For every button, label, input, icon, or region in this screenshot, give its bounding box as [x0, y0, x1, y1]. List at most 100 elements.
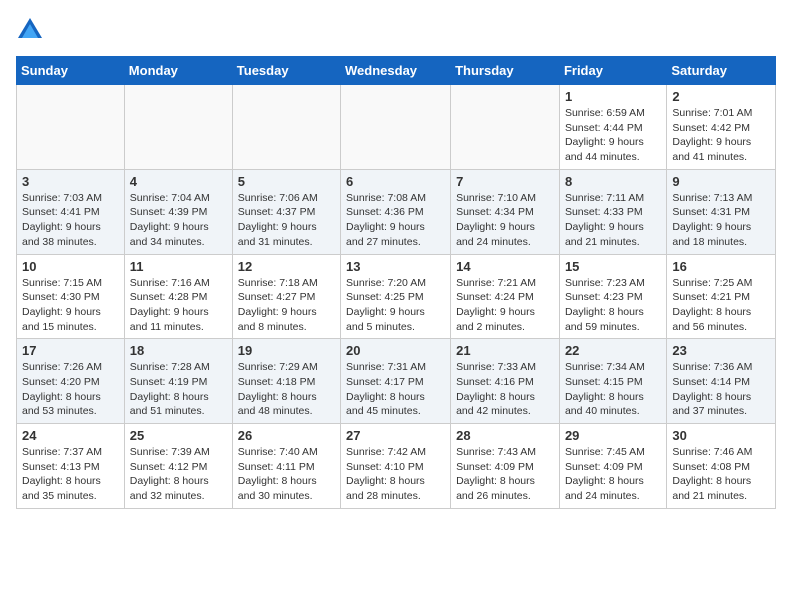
- day-info: Sunrise: 7:33 AM Sunset: 4:16 PM Dayligh…: [456, 360, 554, 419]
- calendar: SundayMondayTuesdayWednesdayThursdayFrid…: [16, 56, 776, 509]
- calendar-cell: 1 Sunrise: 6:59 AM Sunset: 4:44 PM Daylig…: [559, 85, 666, 170]
- calendar-cell: 2 Sunrise: 7:01 AM Sunset: 4:42 PM Daylig…: [667, 85, 776, 170]
- day-info: Sunrise: 7:23 AM Sunset: 4:23 PM Dayligh…: [565, 276, 661, 335]
- calendar-cell: 10 Sunrise: 7:15 AM Sunset: 4:30 PM Dayli…: [17, 254, 125, 339]
- day-info: Sunrise: 7:04 AM Sunset: 4:39 PM Dayligh…: [130, 191, 227, 250]
- day-info: Sunrise: 7:01 AM Sunset: 4:42 PM Dayligh…: [672, 106, 770, 165]
- day-of-week-tuesday: Tuesday: [232, 57, 340, 85]
- day-number: 14: [456, 259, 554, 274]
- calendar-cell: 21 Sunrise: 7:33 AM Sunset: 4:16 PM Dayli…: [451, 339, 560, 424]
- calendar-cell: 24 Sunrise: 7:37 AM Sunset: 4:13 PM Dayli…: [17, 424, 125, 509]
- day-number: 8: [565, 174, 661, 189]
- day-info: Sunrise: 7:36 AM Sunset: 4:14 PM Dayligh…: [672, 360, 770, 419]
- day-info: Sunrise: 7:03 AM Sunset: 4:41 PM Dayligh…: [22, 191, 119, 250]
- calendar-header-row: SundayMondayTuesdayWednesdayThursdayFrid…: [17, 57, 776, 85]
- calendar-cell: 3 Sunrise: 7:03 AM Sunset: 4:41 PM Daylig…: [17, 169, 125, 254]
- day-info: Sunrise: 7:10 AM Sunset: 4:34 PM Dayligh…: [456, 191, 554, 250]
- calendar-cell: 28Sunrise: 7:43 AM Sunset: 4:09 PM Dayli…: [451, 424, 560, 509]
- calendar-cell: 14 Sunrise: 7:21 AM Sunset: 4:24 PM Dayli…: [451, 254, 560, 339]
- day-info: Sunrise: 7:43 AM Sunset: 4:09 PM Dayligh…: [456, 445, 554, 504]
- day-number: 29: [565, 428, 661, 443]
- week-row-2: 3 Sunrise: 7:03 AM Sunset: 4:41 PM Daylig…: [17, 169, 776, 254]
- day-info: Sunrise: 6:59 AM Sunset: 4:44 PM Dayligh…: [565, 106, 661, 165]
- calendar-cell: 22 Sunrise: 7:34 AM Sunset: 4:15 PM Dayli…: [559, 339, 666, 424]
- calendar-cell: 25Sunrise: 7:39 AM Sunset: 4:12 PM Dayli…: [124, 424, 232, 509]
- calendar-cell: 12 Sunrise: 7:18 AM Sunset: 4:27 PM Dayli…: [232, 254, 340, 339]
- day-info: Sunrise: 7:11 AM Sunset: 4:33 PM Dayligh…: [565, 191, 661, 250]
- day-info: Sunrise: 7:08 AM Sunset: 4:36 PM Dayligh…: [346, 191, 445, 250]
- day-of-week-wednesday: Wednesday: [341, 57, 451, 85]
- day-number: 20: [346, 343, 445, 358]
- calendar-cell: 7 Sunrise: 7:10 AM Sunset: 4:34 PM Daylig…: [451, 169, 560, 254]
- calendar-cell: 17 Sunrise: 7:26 AM Sunset: 4:20 PM Dayli…: [17, 339, 125, 424]
- week-row-3: 10 Sunrise: 7:15 AM Sunset: 4:30 PM Dayli…: [17, 254, 776, 339]
- day-info: Sunrise: 7:06 AM Sunset: 4:37 PM Dayligh…: [238, 191, 335, 250]
- day-of-week-saturday: Saturday: [667, 57, 776, 85]
- calendar-cell: 20 Sunrise: 7:31 AM Sunset: 4:17 PM Dayli…: [341, 339, 451, 424]
- calendar-cell: 6 Sunrise: 7:08 AM Sunset: 4:36 PM Daylig…: [341, 169, 451, 254]
- calendar-cell: 15 Sunrise: 7:23 AM Sunset: 4:23 PM Dayli…: [559, 254, 666, 339]
- day-of-week-friday: Friday: [559, 57, 666, 85]
- calendar-cell: 16Sunrise: 7:25 AM Sunset: 4:21 PM Dayli…: [667, 254, 776, 339]
- day-info: Sunrise: 7:40 AM Sunset: 4:11 PM Dayligh…: [238, 445, 335, 504]
- day-number: 2: [672, 89, 770, 104]
- day-number: 4: [130, 174, 227, 189]
- logo: [16, 16, 48, 44]
- day-info: Sunrise: 7:42 AM Sunset: 4:10 PM Dayligh…: [346, 445, 445, 504]
- day-info: Sunrise: 7:15 AM Sunset: 4:30 PM Dayligh…: [22, 276, 119, 335]
- calendar-cell: [341, 85, 451, 170]
- week-row-1: 1 Sunrise: 6:59 AM Sunset: 4:44 PM Daylig…: [17, 85, 776, 170]
- day-number: 9: [672, 174, 770, 189]
- day-info: Sunrise: 7:21 AM Sunset: 4:24 PM Dayligh…: [456, 276, 554, 335]
- day-number: 12: [238, 259, 335, 274]
- day-of-week-monday: Monday: [124, 57, 232, 85]
- day-info: Sunrise: 7:20 AM Sunset: 4:25 PM Dayligh…: [346, 276, 445, 335]
- day-info: Sunrise: 7:29 AM Sunset: 4:18 PM Dayligh…: [238, 360, 335, 419]
- calendar-cell: 30Sunrise: 7:46 AM Sunset: 4:08 PM Dayli…: [667, 424, 776, 509]
- day-number: 27: [346, 428, 445, 443]
- calendar-cell: 13 Sunrise: 7:20 AM Sunset: 4:25 PM Dayli…: [341, 254, 451, 339]
- calendar-cell: [451, 85, 560, 170]
- day-number: 26: [238, 428, 335, 443]
- day-number: 24: [22, 428, 119, 443]
- day-info: Sunrise: 7:31 AM Sunset: 4:17 PM Dayligh…: [346, 360, 445, 419]
- day-info: Sunrise: 7:16 AM Sunset: 4:28 PM Dayligh…: [130, 276, 227, 335]
- day-number: 30: [672, 428, 770, 443]
- logo-icon: [16, 16, 44, 44]
- day-number: 22: [565, 343, 661, 358]
- week-row-5: 24 Sunrise: 7:37 AM Sunset: 4:13 PM Dayli…: [17, 424, 776, 509]
- calendar-cell: 27 Sunrise: 7:42 AM Sunset: 4:10 PM Dayli…: [341, 424, 451, 509]
- day-number: 6: [346, 174, 445, 189]
- calendar-cell: 4 Sunrise: 7:04 AM Sunset: 4:39 PM Daylig…: [124, 169, 232, 254]
- day-number: 13: [346, 259, 445, 274]
- day-number: 18: [130, 343, 227, 358]
- day-number: 11: [130, 259, 227, 274]
- day-info: Sunrise: 7:26 AM Sunset: 4:20 PM Dayligh…: [22, 360, 119, 419]
- day-info: Sunrise: 7:34 AM Sunset: 4:15 PM Dayligh…: [565, 360, 661, 419]
- day-number: 15: [565, 259, 661, 274]
- calendar-cell: 26 Sunrise: 7:40 AM Sunset: 4:11 PM Dayli…: [232, 424, 340, 509]
- header: [16, 16, 776, 44]
- day-number: 17: [22, 343, 119, 358]
- day-number: 7: [456, 174, 554, 189]
- day-number: 10: [22, 259, 119, 274]
- calendar-cell: 8 Sunrise: 7:11 AM Sunset: 4:33 PM Daylig…: [559, 169, 666, 254]
- calendar-cell: 23Sunrise: 7:36 AM Sunset: 4:14 PM Dayli…: [667, 339, 776, 424]
- calendar-cell: [232, 85, 340, 170]
- day-of-week-thursday: Thursday: [451, 57, 560, 85]
- day-info: Sunrise: 7:25 AM Sunset: 4:21 PM Dayligh…: [672, 276, 770, 335]
- day-number: 3: [22, 174, 119, 189]
- calendar-cell: [17, 85, 125, 170]
- calendar-cell: [124, 85, 232, 170]
- day-number: 5: [238, 174, 335, 189]
- calendar-cell: 19Sunrise: 7:29 AM Sunset: 4:18 PM Dayli…: [232, 339, 340, 424]
- day-info: Sunrise: 7:37 AM Sunset: 4:13 PM Dayligh…: [22, 445, 119, 504]
- calendar-cell: 29Sunrise: 7:45 AM Sunset: 4:09 PM Dayli…: [559, 424, 666, 509]
- day-number: 1: [565, 89, 661, 104]
- day-info: Sunrise: 7:39 AM Sunset: 4:12 PM Dayligh…: [130, 445, 227, 504]
- day-number: 21: [456, 343, 554, 358]
- calendar-cell: 5 Sunrise: 7:06 AM Sunset: 4:37 PM Daylig…: [232, 169, 340, 254]
- day-info: Sunrise: 7:18 AM Sunset: 4:27 PM Dayligh…: [238, 276, 335, 335]
- calendar-cell: 9Sunrise: 7:13 AM Sunset: 4:31 PM Daylig…: [667, 169, 776, 254]
- day-of-week-sunday: Sunday: [17, 57, 125, 85]
